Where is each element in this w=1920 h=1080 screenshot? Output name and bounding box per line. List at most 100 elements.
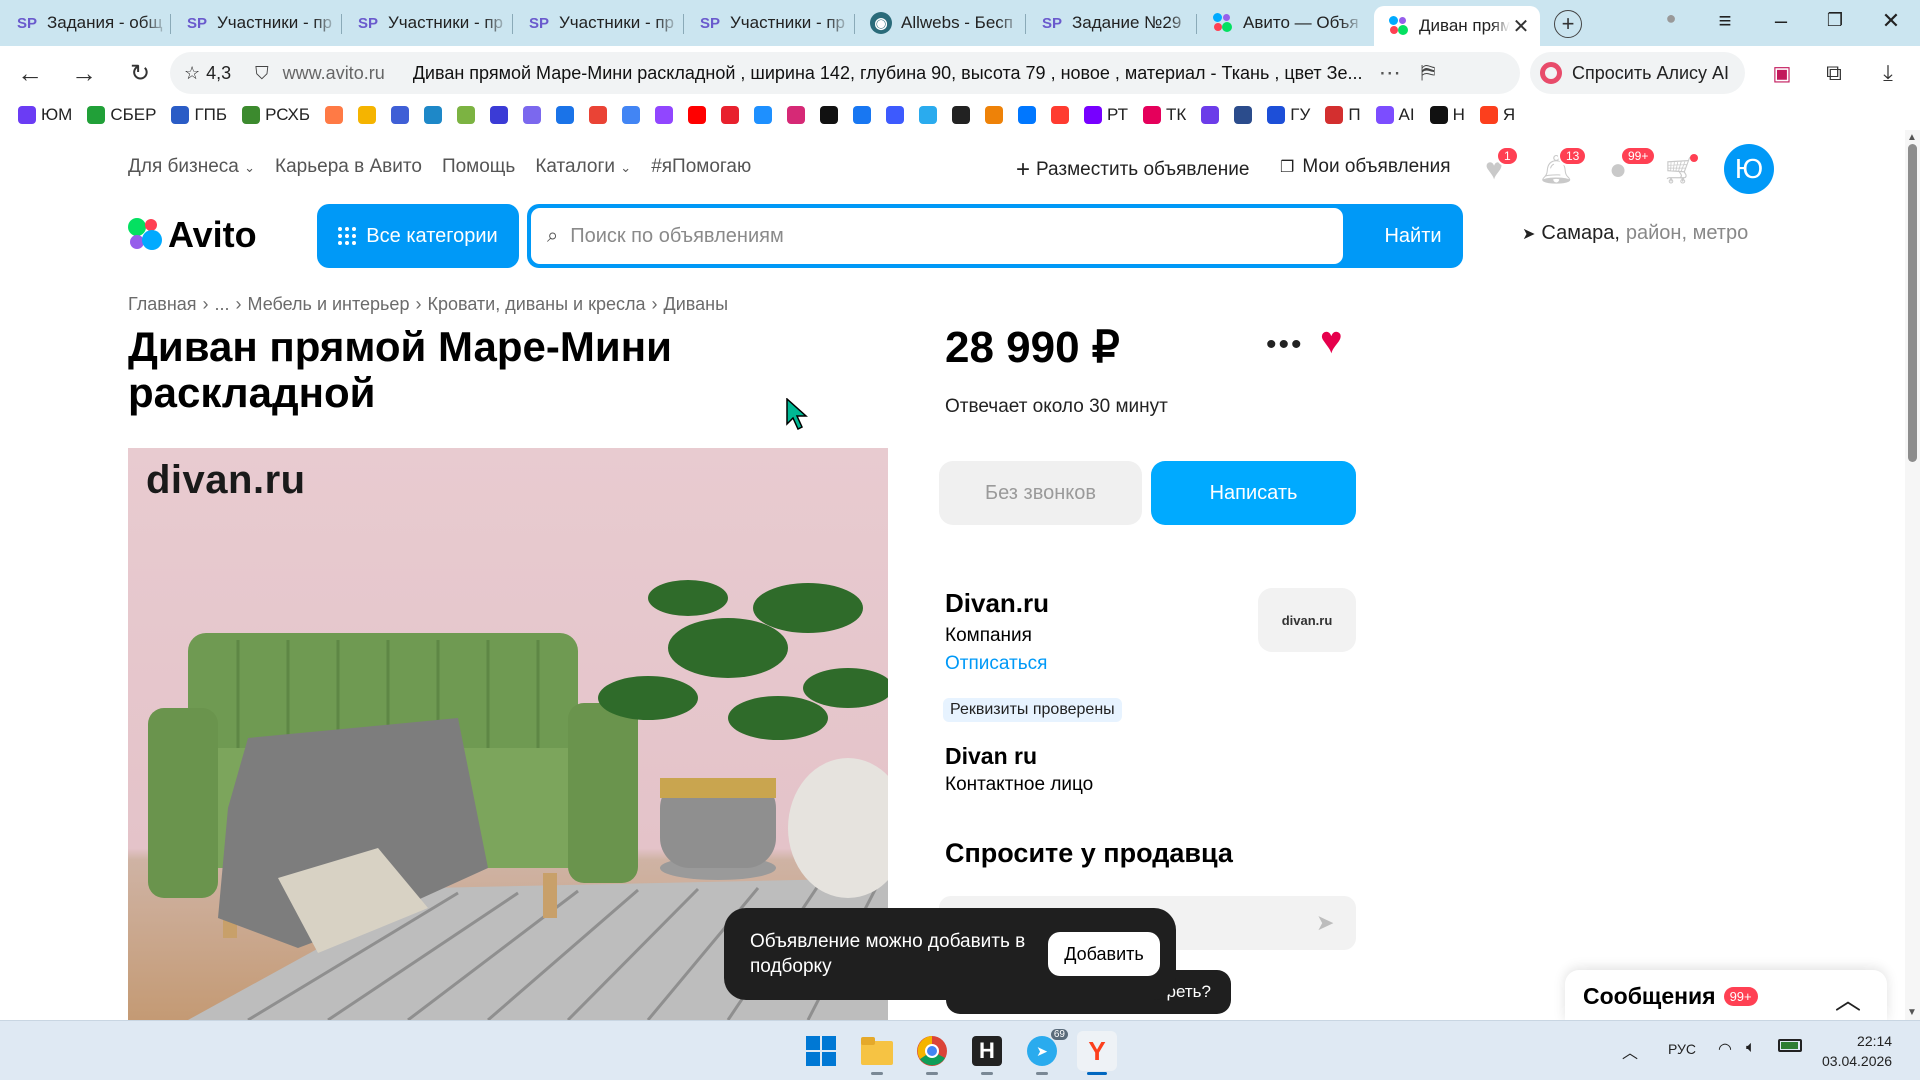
tab-4[interactable]: SP Участники - пр (514, 6, 680, 40)
windows-start-icon[interactable] (801, 1031, 841, 1071)
nav-help[interactable]: Помощь (442, 156, 515, 178)
favorites-heart-icon[interactable]: ♥ 1 (1476, 146, 1519, 188)
bookmark-item[interactable] (556, 106, 575, 124)
bookmark-item[interactable] (1051, 106, 1070, 124)
tab-6[interactable]: ◉ Allwebs - Бесп (856, 6, 1022, 40)
bookmark-item[interactable]: ЮМ (18, 105, 72, 125)
bookmark-item[interactable]: РТ (1084, 105, 1128, 125)
volume-icon[interactable]: 🔈︎ (1746, 1039, 1756, 1057)
bookmark-item[interactable] (655, 106, 674, 124)
post-ad-link[interactable]: + Разместить объявление (1016, 156, 1249, 184)
chat-icon[interactable]: ● 99+ (1600, 146, 1657, 188)
bookmark-item[interactable]: П (1325, 105, 1361, 125)
bell-icon[interactable]: 🔔︎ 13 (1538, 146, 1588, 188)
breadcrumb-item[interactable]: Кровати, диваны и кресла (427, 294, 645, 315)
tab-5[interactable]: SP Участники - пр (685, 6, 851, 40)
bookmark-item[interactable] (919, 106, 938, 124)
new-tab-button[interactable]: + (1554, 10, 1582, 38)
find-button[interactable]: Найти (1363, 204, 1463, 268)
nav-catalogs[interactable]: Каталоги ⌄ (535, 156, 631, 178)
scrollbar-thumb[interactable] (1908, 144, 1917, 462)
minimize-icon[interactable]: – (1766, 8, 1796, 34)
bookmark-item[interactable] (853, 106, 872, 124)
bookmark-item[interactable] (358, 106, 377, 124)
search-input[interactable] (570, 224, 1271, 248)
bookmark-item[interactable] (688, 106, 707, 124)
tab-1[interactable]: SP Задания - общ (2, 6, 168, 40)
avatar[interactable]: Ю (1724, 144, 1774, 194)
bookmark-item[interactable] (490, 106, 509, 124)
tab-2[interactable]: SP Участники - пр (172, 6, 338, 40)
restore-icon[interactable]: ❐ (1820, 10, 1850, 31)
bookmark-item[interactable] (721, 106, 740, 124)
bookmark-item[interactable] (1201, 106, 1220, 124)
app-h-icon[interactable]: H (967, 1031, 1007, 1075)
chevron-up-icon[interactable]: ︿ (1622, 1039, 1638, 1063)
bookmark-item[interactable] (589, 106, 608, 124)
more-options-icon[interactable]: ••• (1266, 328, 1304, 362)
cart-icon[interactable]: 🛒︎ (1662, 152, 1698, 188)
bookmark-item[interactable]: РСХБ (242, 105, 310, 125)
bookmark-item[interactable] (787, 106, 806, 124)
bookmark-item[interactable] (1234, 106, 1253, 124)
bookmark-item[interactable]: Я (1479, 105, 1515, 125)
nav-ya-pomogayu[interactable]: #яПомогаю (651, 156, 751, 178)
bookmark-item[interactable]: AI (1375, 105, 1415, 125)
close-window-icon[interactable]: ✕ (1876, 8, 1906, 34)
bookmark-item[interactable]: СБЕР (87, 105, 156, 125)
seller-name[interactable]: Divan.ru (945, 588, 1049, 619)
bookmark-item[interactable] (820, 106, 839, 124)
tab-3[interactable]: SP Участники - пр (343, 6, 509, 40)
bookmark-item[interactable] (457, 106, 476, 124)
tab-9-active[interactable]: Диван прям ✕ (1374, 6, 1540, 46)
all-categories-button[interactable]: Все категории (317, 204, 519, 268)
bookmark-item[interactable] (325, 106, 344, 124)
scroll-up-icon[interactable]: ▲ (1907, 132, 1917, 143)
bookmark-item[interactable] (985, 106, 1004, 124)
bookmark-item[interactable]: ГУ (1267, 105, 1310, 125)
location-selector[interactable]: ➤ Самара, район, метро (1522, 222, 1748, 245)
forward-icon[interactable]: → (68, 57, 100, 89)
bookmark-item[interactable] (754, 106, 773, 124)
alice-button[interactable]: Спросить Алису AI (1530, 52, 1745, 94)
breadcrumb-item[interactable]: Главная (128, 294, 197, 315)
back-icon[interactable]: ← (14, 57, 46, 89)
profile-icon[interactable]: ● (1656, 8, 1686, 29)
messages-panel[interactable]: Сообщения 99+ ︿ (1565, 970, 1887, 1020)
bookmark-item[interactable] (391, 106, 410, 124)
write-button[interactable]: Написать (1151, 461, 1356, 525)
chevron-up-icon[interactable]: ︿ (1835, 980, 1861, 1017)
close-tab-icon[interactable]: ✕ (1510, 14, 1532, 39)
chrome-icon[interactable] (912, 1031, 952, 1075)
file-explorer-icon[interactable] (857, 1031, 897, 1075)
avito-logo[interactable]: Avito (128, 214, 257, 256)
scroll-down-icon[interactable]: ▼ (1907, 1007, 1917, 1018)
breadcrumb-item[interactable]: Диваны (664, 294, 729, 315)
telegram-icon[interactable]: ➤ 69 (1022, 1029, 1068, 1075)
bookmark-item[interactable]: Н (1429, 105, 1465, 125)
bookmark-item[interactable] (424, 106, 443, 124)
yandex-browser-icon[interactable]: Y (1077, 1031, 1117, 1075)
tab-7[interactable]: SP Задание №29 (1027, 6, 1193, 40)
site-rating[interactable]: ☆ 4,3 (184, 63, 231, 84)
favorite-heart-icon[interactable]: ♥ (1320, 320, 1343, 363)
clock[interactable]: 22:14 03.04.2026 (1822, 1031, 1892, 1071)
unsubscribe-link[interactable]: Отписаться (945, 653, 1047, 675)
seller-logo[interactable]: divan.ru (1258, 588, 1356, 652)
battery-icon[interactable] (1778, 1039, 1802, 1052)
breadcrumb-item[interactable]: ... (215, 294, 230, 315)
page-scrollbar[interactable]: ▲ ▼ (1905, 130, 1920, 1020)
language-indicator[interactable]: РУС (1668, 1041, 1696, 1057)
gallery-icon[interactable]: ▣ (1766, 57, 1798, 89)
bookmark-item[interactable]: ГПБ (171, 105, 227, 125)
bookmark-icon[interactable]: ⛿ (1421, 62, 1436, 85)
bookmark-item[interactable] (952, 106, 971, 124)
add-button[interactable]: Добавить (1048, 932, 1160, 976)
wifi-icon[interactable]: ◠ (1718, 1039, 1732, 1059)
menu-icon[interactable]: ≡ (1710, 8, 1740, 34)
bookmark-item[interactable] (886, 106, 905, 124)
bookmark-item[interactable] (1018, 106, 1037, 124)
my-ads-link[interactable]: ❐ Мои объявления (1280, 156, 1451, 178)
shield-icon[interactable]: ⛉ (255, 63, 269, 84)
breadcrumb-item[interactable]: Мебель и интерьер (248, 294, 410, 315)
